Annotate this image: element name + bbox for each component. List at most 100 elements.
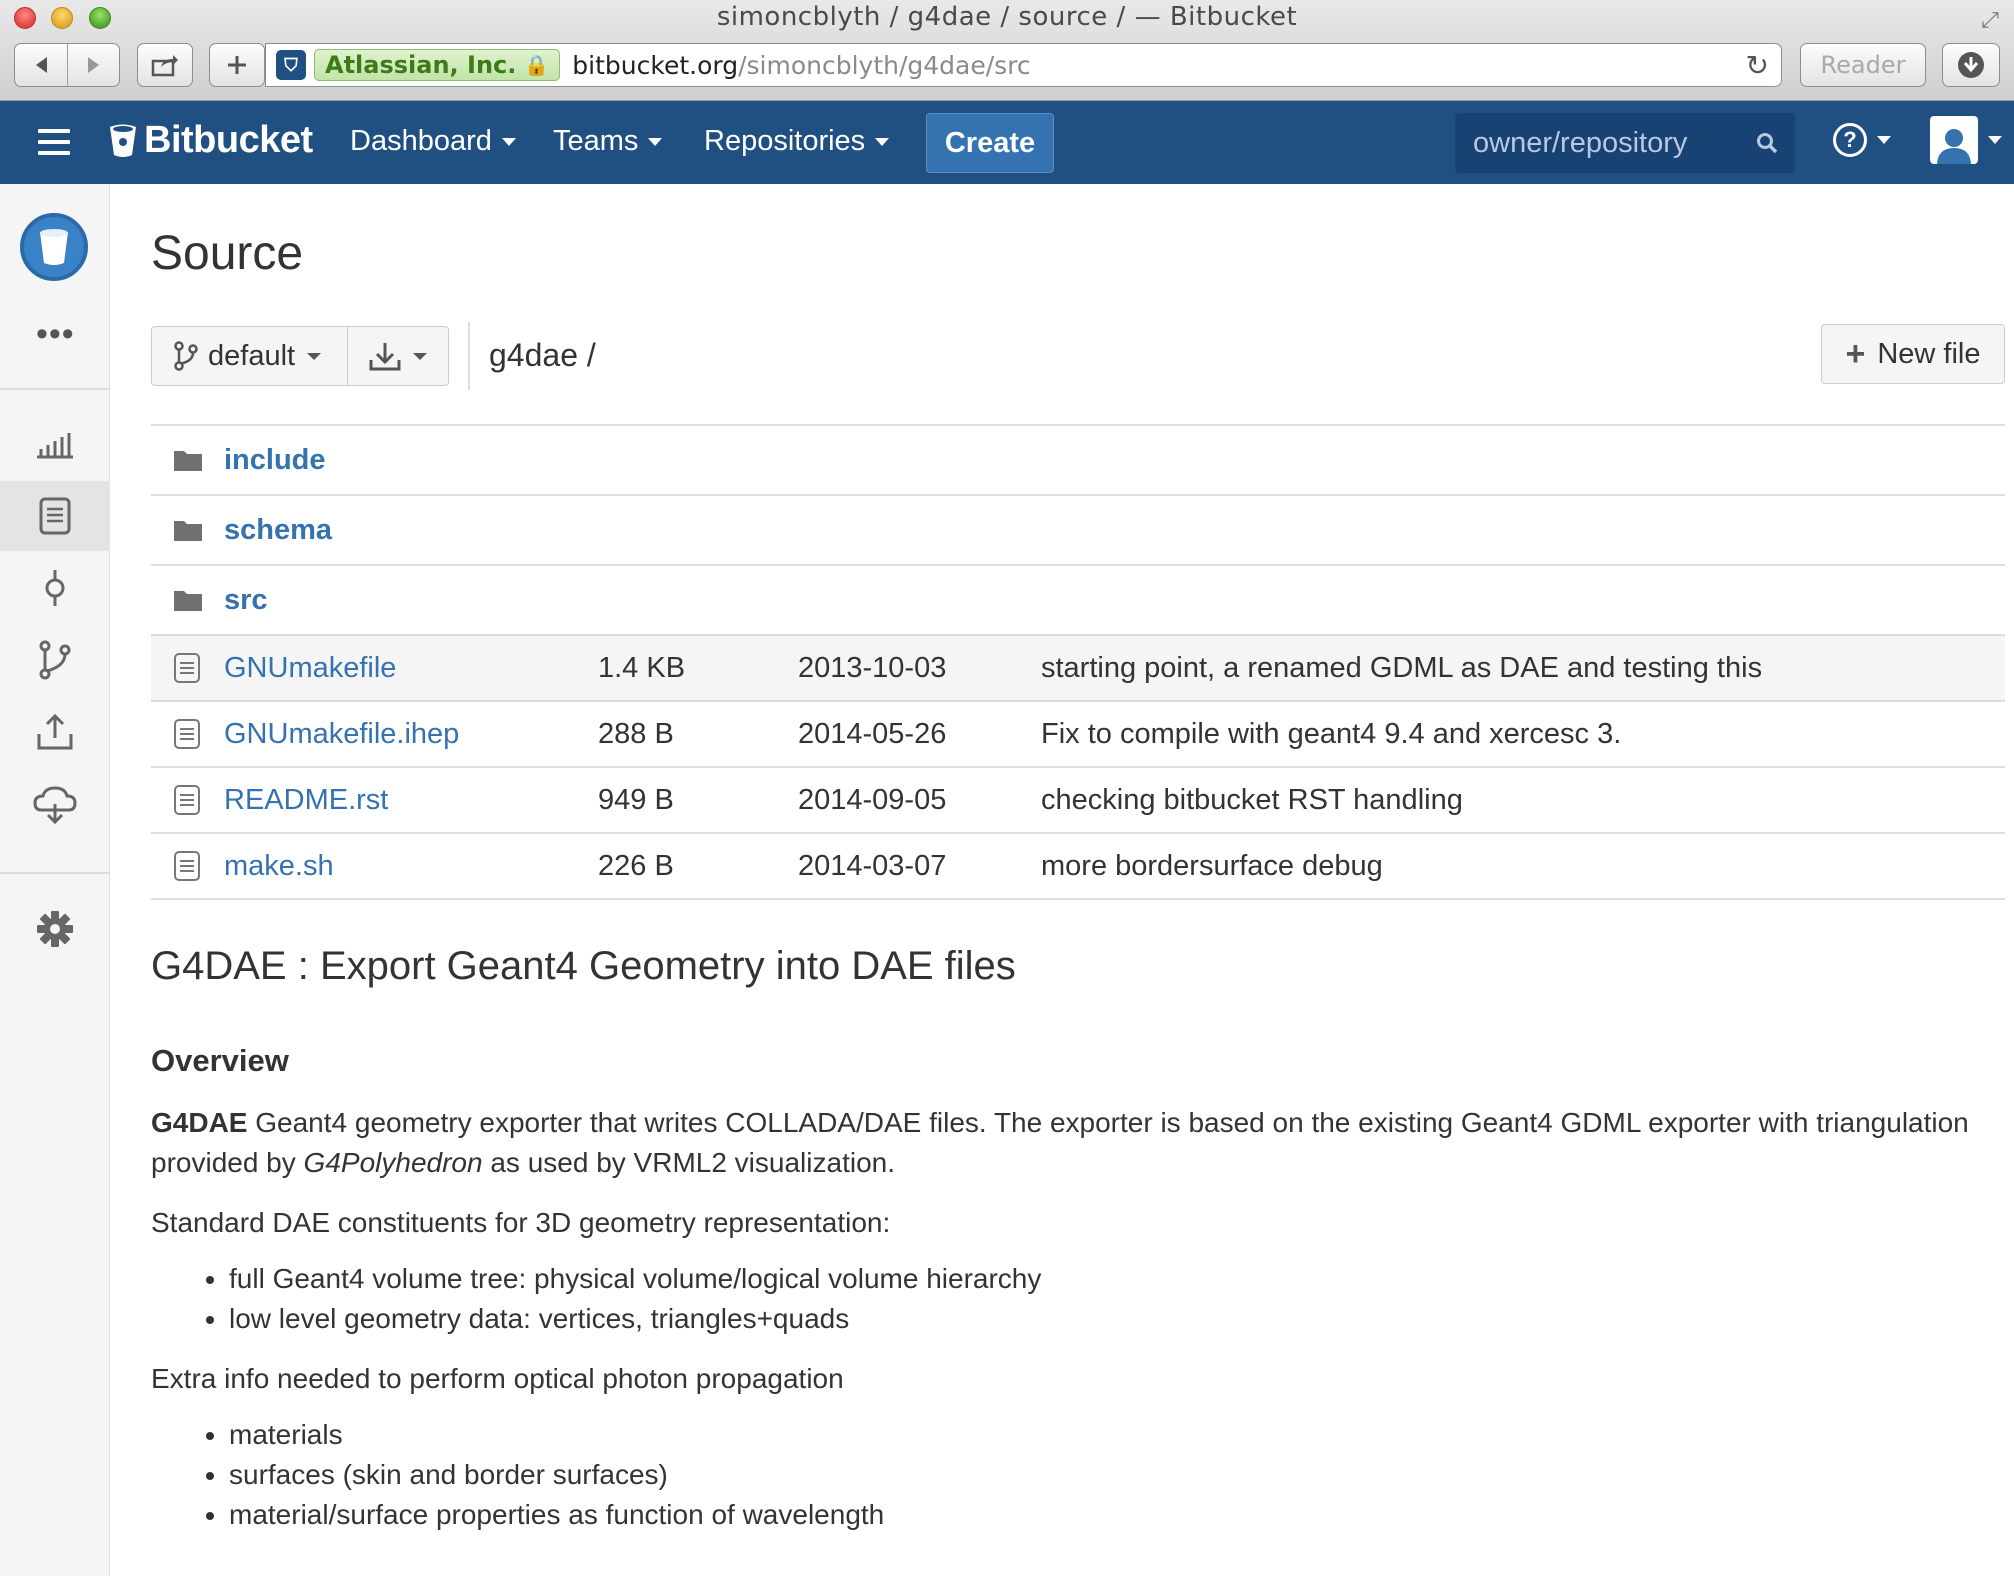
file-name[interactable]: GNUmakefile.ihep (224, 718, 459, 751)
branch-toolbar: default (151, 326, 449, 386)
app-header: Bitbucket Dashboard Teams Repositories C… (0, 101, 2014, 184)
search-icon[interactable] (1755, 131, 1779, 155)
help-menu-button[interactable]: ? (1833, 123, 1891, 157)
source-icon[interactable] (0, 481, 110, 551)
new-file-button[interactable]: + New file (1821, 324, 2005, 384)
readme-content: G4DAE : Export Geant4 Geometry into DAE … (151, 944, 2004, 1555)
branches-icon[interactable] (0, 625, 110, 695)
download-icon (369, 343, 401, 371)
url-text[interactable]: bitbucket.org/simoncblyth/g4dae/src (572, 51, 1030, 80)
share-icon (151, 55, 178, 77)
file-name[interactable]: GNUmakefile (224, 652, 396, 685)
table-row[interactable]: src (151, 566, 2005, 636)
fullscreen-icon[interactable]: ⤢ (1978, 8, 2002, 32)
branch-icon (174, 341, 198, 371)
logo-text: Bitbucket (144, 119, 313, 161)
share-button[interactable] (137, 43, 193, 87)
user-menu-button[interactable] (1930, 116, 2002, 164)
downloads-button[interactable] (1942, 43, 2000, 87)
folder-icon (174, 591, 202, 611)
plus-icon: + (1845, 335, 1866, 373)
repo-avatar[interactable] (20, 213, 88, 281)
branch-name: default (208, 339, 296, 372)
list-item: low level geometry data: vertices, trian… (229, 1299, 2004, 1339)
file-size: 1.4 KB (598, 651, 686, 684)
nav-teams[interactable]: Teams (553, 125, 663, 158)
file-date: 2014-03-07 (798, 849, 947, 882)
bucket-icon (40, 229, 68, 265)
plus-icon (228, 56, 246, 74)
commits-icon[interactable] (0, 553, 110, 623)
list-item: materials (229, 1415, 2004, 1455)
page-title: Source (151, 227, 304, 280)
commit-message: starting point, a renamed GDML as DAE an… (1041, 651, 1763, 684)
commit-message: more bordersurface debug (1041, 849, 1383, 882)
file-date: 2014-09-05 (798, 783, 947, 816)
download-repo-button[interactable] (348, 327, 448, 385)
commit-message: Fix to compile with geant4 9.4 and xerce… (1041, 717, 1622, 750)
back-arrow-icon (36, 57, 47, 73)
dir-name[interactable]: schema (224, 514, 332, 547)
downloads-icon[interactable] (0, 769, 110, 839)
settings-icon[interactable] (0, 894, 110, 964)
file-name[interactable]: README.rst (224, 784, 388, 817)
breadcrumb[interactable]: g4dae / (489, 337, 596, 374)
create-button[interactable]: Create (926, 113, 1054, 173)
overview-icon[interactable] (0, 409, 110, 479)
nav-dashboard-label: Dashboard (350, 125, 492, 157)
list-item: material/surface properties as function … (229, 1495, 2004, 1535)
chevron-down-icon (1877, 136, 1891, 144)
url-host: bitbucket.org (572, 50, 739, 80)
new-tab-button[interactable] (209, 43, 265, 87)
folder-icon (174, 451, 202, 471)
file-icon (174, 851, 200, 881)
dir-name[interactable]: src (224, 584, 268, 617)
chevron-down-icon (307, 352, 322, 360)
table-row[interactable]: schema (151, 496, 2005, 566)
avatar (1930, 116, 1978, 164)
chevron-down-icon (413, 352, 427, 360)
chevron-down-icon (875, 137, 890, 146)
ev-certificate-badge[interactable]: Atlassian, Inc. 🔒 (314, 49, 561, 81)
forward-arrow-icon (87, 57, 99, 73)
more-icon[interactable]: ••• (36, 317, 75, 351)
intro-bold: G4DAE (151, 1107, 248, 1138)
nav-dashboard[interactable]: Dashboard (350, 125, 516, 158)
forward-button[interactable] (67, 44, 119, 86)
repo-search-input[interactable] (1473, 126, 1733, 160)
history-nav-group (14, 43, 120, 87)
file-table: include schema src GNUmakefile 1.4 KB 20… (151, 424, 2005, 900)
bitbucket-favicon-icon: ⛉ (276, 50, 306, 80)
dir-name[interactable]: include (224, 444, 326, 477)
branch-selector[interactable]: default (152, 327, 348, 385)
new-file-label: New file (1877, 337, 1981, 370)
bitbucket-logo[interactable]: Bitbucket (108, 119, 313, 162)
nav-repositories[interactable]: Repositories (704, 125, 890, 158)
address-bar[interactable]: ⛉ Atlassian, Inc. 🔒 bitbucket.org/simonc… (265, 43, 1782, 87)
url-path: /simoncblyth/g4dae/src (738, 50, 1031, 80)
sidebar-divider (0, 872, 110, 874)
table-row[interactable]: GNUmakefile 1.4 KB 2013-10-03 starting p… (151, 636, 2005, 702)
extra-heading: Extra info needed to perform optical pho… (151, 1363, 844, 1394)
pull-requests-icon[interactable] (0, 697, 110, 767)
help-icon: ? (1833, 123, 1867, 157)
browser-chrome: simoncblyth / g4dae / source / — Bitbuck… (0, 0, 2014, 101)
list-item: full Geant4 volume tree: physical volume… (229, 1259, 2004, 1299)
table-row[interactable]: make.sh 226 B 2014-03-07 more bordersurf… (151, 834, 2005, 900)
hamburger-menu-icon[interactable] (38, 129, 70, 155)
reload-icon[interactable]: ↻ (1746, 49, 1769, 82)
chevron-down-icon (501, 137, 516, 146)
intro-paragraph: G4DAE Geant4 geometry exporter that writ… (151, 1103, 2004, 1183)
table-row[interactable]: include (151, 426, 2005, 496)
back-button[interactable] (15, 44, 67, 86)
repo-search-box (1455, 113, 1795, 173)
file-size: 949 B (598, 783, 674, 816)
reader-button[interactable]: Reader (1800, 43, 1926, 87)
table-row[interactable]: README.rst 949 B 2014-09-05 checking bit… (151, 768, 2005, 834)
intro-text-2: as used by VRML2 visualization. (482, 1147, 895, 1178)
chevron-down-icon (1988, 136, 2002, 144)
table-row[interactable]: GNUmakefile.ihep 288 B 2014-05-26 Fix to… (151, 702, 2005, 768)
file-date: 2014-05-26 (798, 717, 947, 750)
window-title: simoncblyth / g4dae / source / — Bitbuck… (716, 2, 1298, 32)
file-name[interactable]: make.sh (224, 850, 334, 883)
